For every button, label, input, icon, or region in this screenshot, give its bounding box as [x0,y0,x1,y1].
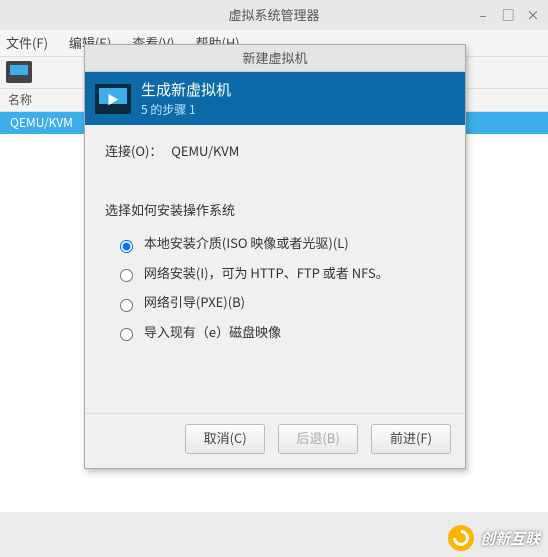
connection-value: QEMU/KVM [171,141,239,160]
dialog-header: 生成新虚拟机 5 的步骤 1 [85,72,465,125]
install-method-group: 本地安装介质(ISO 映像或者光驱)(L) 网络安装(I)，可为 HTTP、FT… [105,233,445,341]
brand-logo-icon [448,525,474,551]
radio-import-input[interactable] [120,328,133,341]
radio-import[interactable]: 导入现有（e）磁盘映像 [115,322,445,341]
radio-local-input[interactable] [120,240,133,253]
new-vm-dialog: 新建虚拟机 生成新虚拟机 5 的步骤 1 连接(O)： QEMU/KVM 选择如… [84,44,466,469]
dialog-step: 5 的步骤 1 [141,102,231,118]
dialog-footer: 取消(C) 后退(B) 前进(F) [85,413,465,468]
main-window: 虚拟系统管理器 – □ × 文件(F) 编辑(E) 查看(V) 帮助(H) 名称… [0,0,548,557]
close-button[interactable]: × [522,0,544,30]
window-controls: – □ × [472,0,544,30]
minimize-button[interactable]: – [472,0,494,30]
window-title: 虚拟系统管理器 [228,5,319,24]
radio-network[interactable]: 网络安装(I)，可为 HTTP、FTP 或者 NFS。 [115,263,445,282]
titlebar: 虚拟系统管理器 – □ × [0,0,548,30]
menu-file[interactable]: 文件(F) [6,33,48,52]
monitor-icon [95,84,131,114]
install-method-label: 选择如何安装操作系统 [105,200,445,219]
brand-text: 创新互联 [480,528,540,549]
dialog-title: 新建虚拟机 [85,45,465,72]
connection-label: 连接(O)： [105,141,162,160]
radio-import-label: 导入现有（e）磁盘映像 [144,322,281,341]
back-button[interactable]: 后退(B) [278,424,358,454]
radio-local[interactable]: 本地安装介质(ISO 映像或者光驱)(L) [115,233,445,252]
radio-pxe[interactable]: 网络引导(PXE)(B) [115,292,445,311]
forward-button[interactable]: 前进(F) [371,424,451,454]
cancel-button[interactable]: 取消(C) [185,424,265,454]
radio-network-label: 网络安装(I)，可为 HTTP、FTP 或者 NFS。 [144,263,389,282]
dialog-header-text: 生成新虚拟机 5 的步骤 1 [141,80,231,117]
new-vm-icon[interactable] [6,61,32,83]
radio-pxe-label: 网络引导(PXE)(B) [144,292,245,311]
connection-line: 连接(O)： QEMU/KVM [105,141,445,160]
dialog-body: 连接(O)： QEMU/KVM 选择如何安装操作系统 本地安装介质(ISO 映像… [85,125,465,413]
brand-watermark: 创新互联 [448,525,540,551]
radio-network-input[interactable] [120,269,133,282]
radio-local-label: 本地安装介质(ISO 映像或者光驱)(L) [144,233,349,252]
dialog-heading: 生成新虚拟机 [141,80,231,100]
maximize-button[interactable]: □ [497,0,519,30]
radio-pxe-input[interactable] [120,299,133,312]
